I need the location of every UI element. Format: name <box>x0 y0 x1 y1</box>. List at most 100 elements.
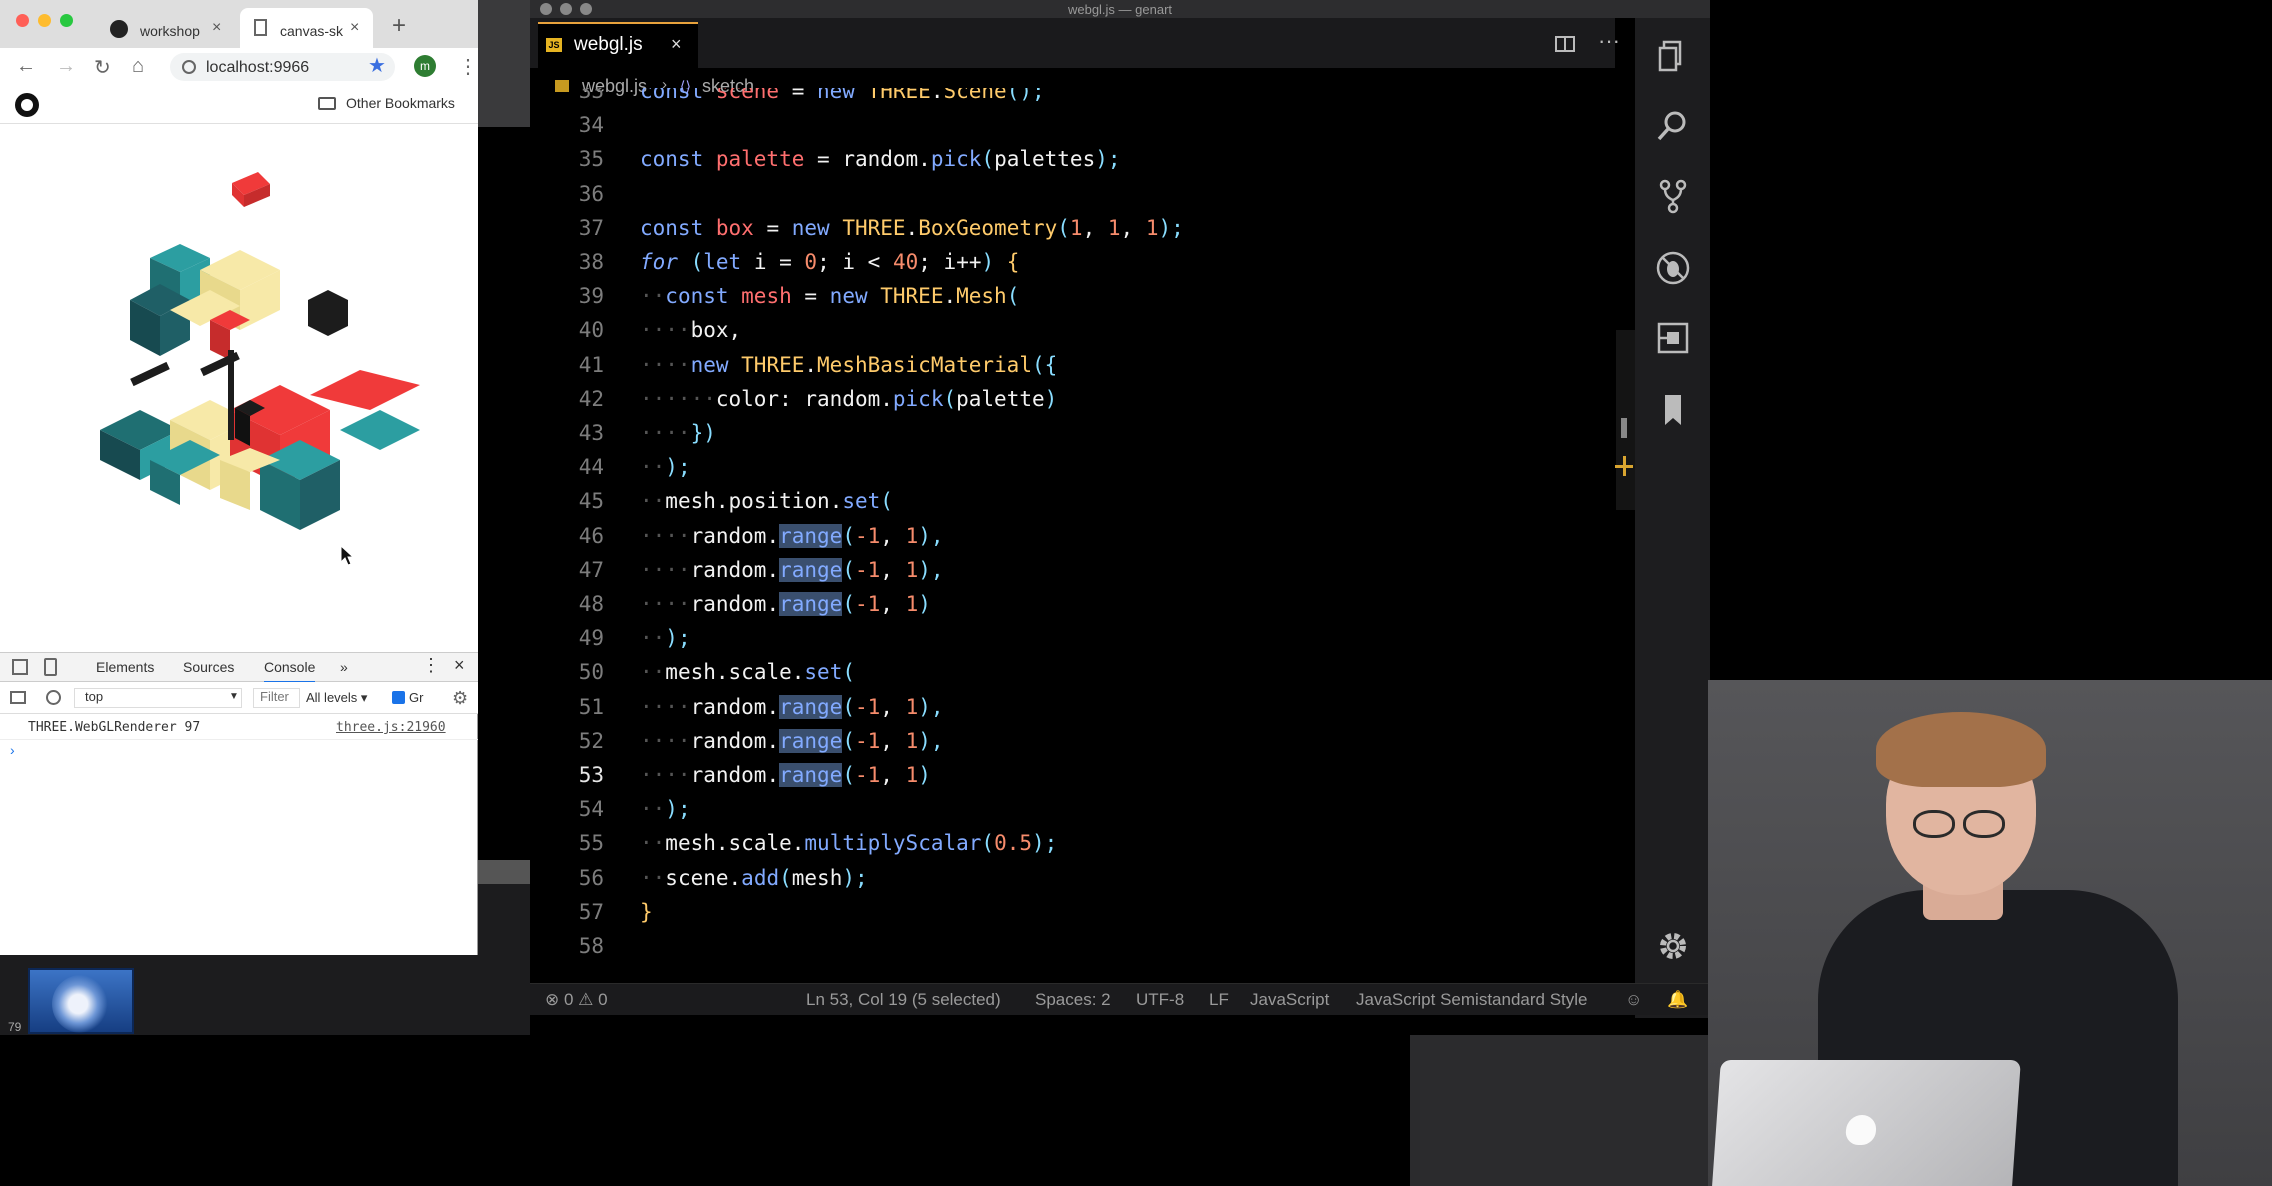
console-settings-gear-icon[interactable]: ⚙ <box>452 688 468 709</box>
code-line[interactable]: 48 ····random.range(-1, 1) <box>530 587 1615 621</box>
code-line[interactable]: 57} <box>530 895 1615 929</box>
code-token: . <box>880 386 893 411</box>
explorer-files-icon[interactable] <box>1655 38 1691 74</box>
encoding-setting[interactable]: UTF-8 <box>1136 990 1184 1010</box>
other-bookmarks[interactable]: Other Bookmarks <box>346 95 455 111</box>
code-line[interactable]: 50 ··mesh.scale.set( <box>530 655 1615 689</box>
code-line[interactable]: 34 <box>530 108 1615 142</box>
back-icon[interactable]: ← <box>16 55 36 78</box>
code-token: BoxGeometry <box>918 215 1058 240</box>
indentation-setting[interactable]: Spaces: 2 <box>1035 990 1111 1010</box>
close-tab-icon[interactable]: × <box>212 19 221 37</box>
bookmark-star-icon[interactable]: ★ <box>368 53 386 78</box>
browser-tab-canvas[interactable]: canvas-sk × <box>240 8 373 48</box>
extensions-icon[interactable] <box>1655 320 1691 356</box>
forward-icon[interactable]: → <box>56 55 76 78</box>
settings-gear-icon[interactable] <box>1655 928 1691 964</box>
context-select[interactable]: top ▼ <box>74 688 242 708</box>
code-line[interactable]: 35 const palette = random.pick(palettes); <box>530 142 1615 176</box>
code-token: ·· <box>640 489 666 514</box>
code-text: ··); <box>640 621 691 655</box>
code-line[interactable]: 38 for (let i = 0; i < 40; i++) { <box>530 245 1615 279</box>
line-number: 47 <box>578 557 604 582</box>
code-token: = <box>779 88 818 103</box>
code-line[interactable]: 36 <box>530 177 1615 211</box>
sidebar-toggle-icon[interactable] <box>10 691 26 704</box>
feedback-smiley-icon[interactable]: ☺ <box>1625 990 1642 1010</box>
tab-sources[interactable]: Sources <box>183 659 234 675</box>
code-line[interactable]: 41 ····new THREE.MeshBasicMaterial({ <box>530 348 1615 382</box>
address-bar[interactable]: localhost:9966 <box>170 53 395 81</box>
new-tab-button[interactable]: + <box>392 12 406 40</box>
profile-avatar[interactable]: m <box>414 55 436 77</box>
code-line[interactable]: 46 ····random.range(-1, 1), <box>530 519 1615 553</box>
bookmark-icon[interactable] <box>1655 392 1691 428</box>
console-log-source-link[interactable]: three.js:21960 <box>336 720 446 735</box>
log-levels-select[interactable]: All levels ▾ <box>306 690 367 706</box>
close-tab-icon[interactable]: × <box>350 19 359 37</box>
debug-icon[interactable] <box>1655 250 1691 286</box>
cursor-position[interactable]: Ln 53, Col 19 (5 selected) <box>806 990 1001 1010</box>
linter-status[interactable]: JavaScript Semistandard Style <box>1356 990 1588 1010</box>
code-line[interactable]: 44 ··); <box>530 450 1615 484</box>
code-token: random <box>690 523 767 548</box>
code-line[interactable]: 53 ····random.range(-1, 1) <box>530 758 1615 792</box>
code-token: . <box>728 865 742 890</box>
code-token: random <box>804 386 881 411</box>
tab-elements[interactable]: Elements <box>96 659 154 675</box>
more-actions-icon[interactable]: ··· <box>1598 28 1620 54</box>
problems-indicator[interactable]: ⊗ 0 ⚠ 0 <box>545 990 608 1010</box>
code-line[interactable]: 37 const box = new THREE.BoxGeometry(1, 1… <box>530 211 1615 245</box>
inspect-element-icon[interactable] <box>12 659 28 675</box>
console-filter-input[interactable]: Filter <box>253 688 300 708</box>
laptop <box>1711 1060 2021 1186</box>
close-editor-tab-icon[interactable]: × <box>671 34 682 55</box>
code-line[interactable]: 51 ····random.range(-1, 1), <box>530 690 1615 724</box>
notifications-bell-icon[interactable]: 🔔 <box>1667 990 1688 1010</box>
code-token: ); <box>665 626 691 651</box>
line-number: 53 <box>578 763 604 787</box>
code-line[interactable]: 49 ··); <box>530 621 1615 655</box>
line-number: 49 <box>578 626 604 651</box>
more-tabs-icon[interactable]: » <box>340 659 348 675</box>
source-control-icon[interactable] <box>1655 178 1691 214</box>
line-number: 38 <box>578 250 604 274</box>
code-token: . <box>791 660 805 685</box>
language-mode[interactable]: JavaScript <box>1250 990 1329 1010</box>
code-line[interactable]: 58 <box>530 929 1615 963</box>
group-similar-checkbox[interactable] <box>392 691 405 704</box>
code-line[interactable]: 42 ······color: random.pick(palette) <box>530 382 1615 416</box>
code-text: ····random.range(-1, 1) <box>640 587 931 621</box>
code-line[interactable]: 52 ····random.range(-1, 1), <box>530 724 1615 758</box>
code-line[interactable]: 47 ····random.range(-1, 1), <box>530 553 1615 587</box>
code-token: ) <box>981 250 1007 274</box>
code-token: ; <box>918 250 944 274</box>
code-token: MeshBasicMaterial <box>817 352 1032 377</box>
close-devtools-icon[interactable]: × <box>454 655 465 676</box>
clear-console-icon[interactable] <box>46 690 61 705</box>
code-line[interactable]: 33 const scene = new THREE.Scene(); <box>530 88 1615 108</box>
zoom-window-button[interactable] <box>60 14 73 27</box>
code-token: . <box>766 763 780 787</box>
browser-menu-icon[interactable]: ⋮ <box>458 54 478 79</box>
device-toolbar-icon[interactable] <box>44 658 57 676</box>
code-line[interactable]: 39 ··const mesh = new THREE.Mesh( <box>530 279 1615 313</box>
code-area[interactable]: 33 const scene = new THREE.Scene(); 34 35 co… <box>530 88 1615 983</box>
search-icon[interactable] <box>1655 108 1691 144</box>
reload-icon[interactable]: ↻ <box>94 55 111 80</box>
code-line[interactable]: 40 ····box, <box>530 313 1615 347</box>
minimize-window-button[interactable] <box>38 14 51 27</box>
code-line[interactable]: 45 ··mesh.position.set( <box>530 484 1615 518</box>
code-line[interactable]: 54 ··); <box>530 792 1615 826</box>
console-prompt[interactable]: › <box>10 742 15 758</box>
line-ending-setting[interactable]: LF <box>1209 990 1229 1010</box>
scrollbar-thumb[interactable] <box>1621 418 1627 438</box>
browser-tab-workshop[interactable]: workshop × <box>100 8 235 48</box>
devtools-menu-icon[interactable]: ⋮ <box>422 655 440 676</box>
home-icon[interactable]: ⌂ <box>132 55 144 78</box>
tab-console[interactable]: Console <box>264 659 316 683</box>
code-line[interactable]: 55 ··mesh.scale.multiplyScalar(0.5); <box>530 826 1615 860</box>
code-line[interactable]: 43 ····}) <box>530 416 1615 450</box>
close-window-button[interactable] <box>16 14 29 27</box>
code-line[interactable]: 56 ··scene.add(mesh); <box>530 861 1615 895</box>
